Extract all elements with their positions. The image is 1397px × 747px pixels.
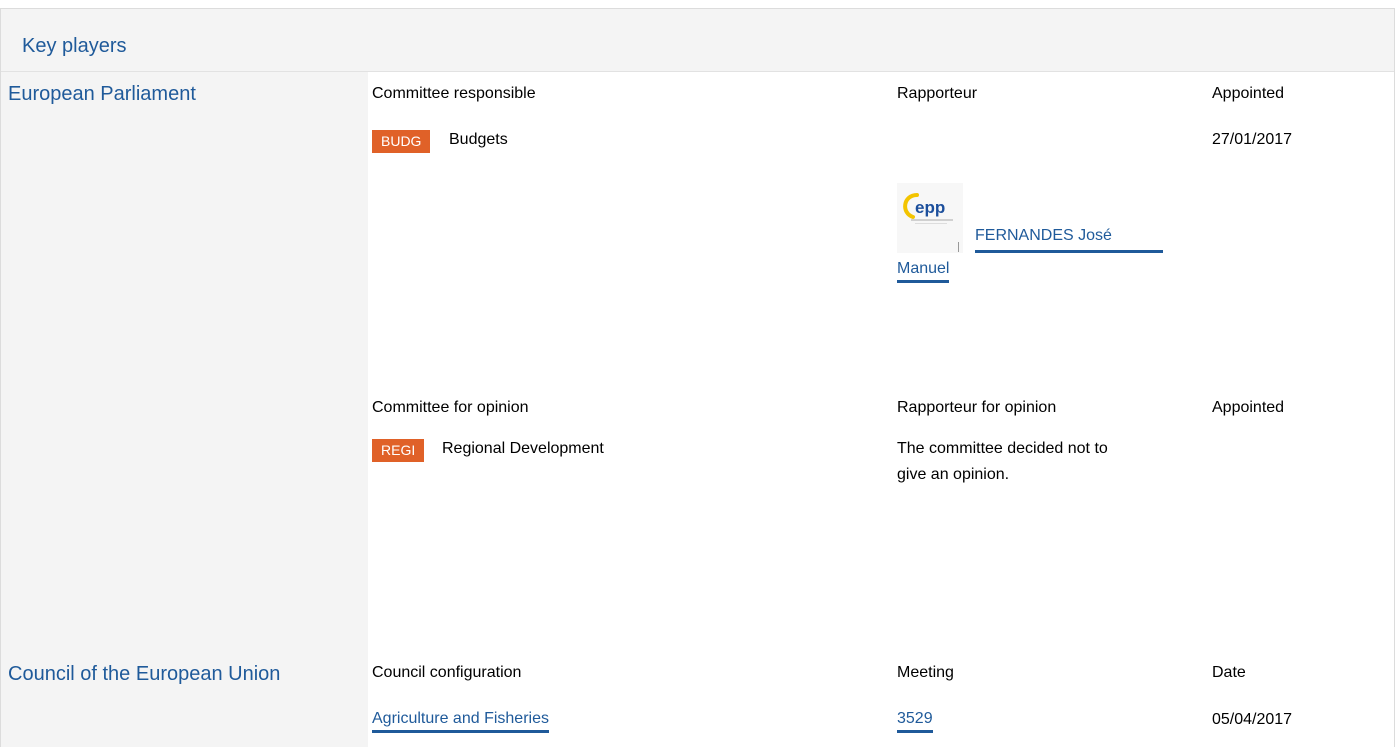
col-header-committee-responsible: Committee responsible bbox=[372, 85, 536, 102]
section-header: Key players bbox=[1, 9, 1394, 72]
svg-text:epp: epp bbox=[915, 198, 945, 217]
col-header-committee-opinion: Committee for opinion bbox=[372, 399, 529, 416]
opinion-note-line2: give an opinion. bbox=[897, 466, 1010, 483]
rapporteur-link-line2[interactable]: Manuel bbox=[897, 260, 950, 283]
appointed-date: 27/01/2017 bbox=[1212, 131, 1293, 148]
institution-column bbox=[1, 72, 368, 747]
rapporteur-link-line1[interactable]: FERNANDES José bbox=[975, 227, 1112, 247]
institution-european-parliament: European Parliament bbox=[8, 83, 196, 105]
col-header-rapporteur-opinion: Rapporteur for opinion bbox=[897, 399, 1057, 416]
meeting-link[interactable]: 3529 bbox=[897, 710, 933, 733]
council-configuration-link[interactable]: Agriculture and Fisheries bbox=[372, 710, 549, 733]
col-header-meeting: Meeting bbox=[897, 664, 954, 681]
col-header-appointed-opinion: Appointed bbox=[1212, 399, 1285, 416]
col-header-appointed: Appointed bbox=[1212, 85, 1285, 102]
col-header-council-configuration: Council configuration bbox=[372, 664, 522, 681]
committee-name-regional-development: Regional Development bbox=[442, 440, 604, 457]
council-date: 05/04/2017 bbox=[1212, 711, 1293, 728]
col-header-date: Date bbox=[1212, 664, 1246, 681]
rapporteur-link-underline bbox=[975, 250, 1163, 253]
col-header-rapporteur: Rapporteur bbox=[897, 85, 978, 102]
epp-group-logo-icon: epp bbox=[897, 183, 963, 253]
committee-name-budgets: Budgets bbox=[449, 131, 508, 148]
logo-separator bbox=[958, 242, 959, 252]
committee-badge-budg: BUDG bbox=[372, 130, 431, 153]
institution-council: Council of the European Union bbox=[8, 663, 281, 685]
section-title: Key players bbox=[22, 35, 127, 57]
opinion-note-line1: The committee decided not to bbox=[897, 440, 1108, 457]
committee-badge-regi: REGI bbox=[372, 439, 425, 462]
